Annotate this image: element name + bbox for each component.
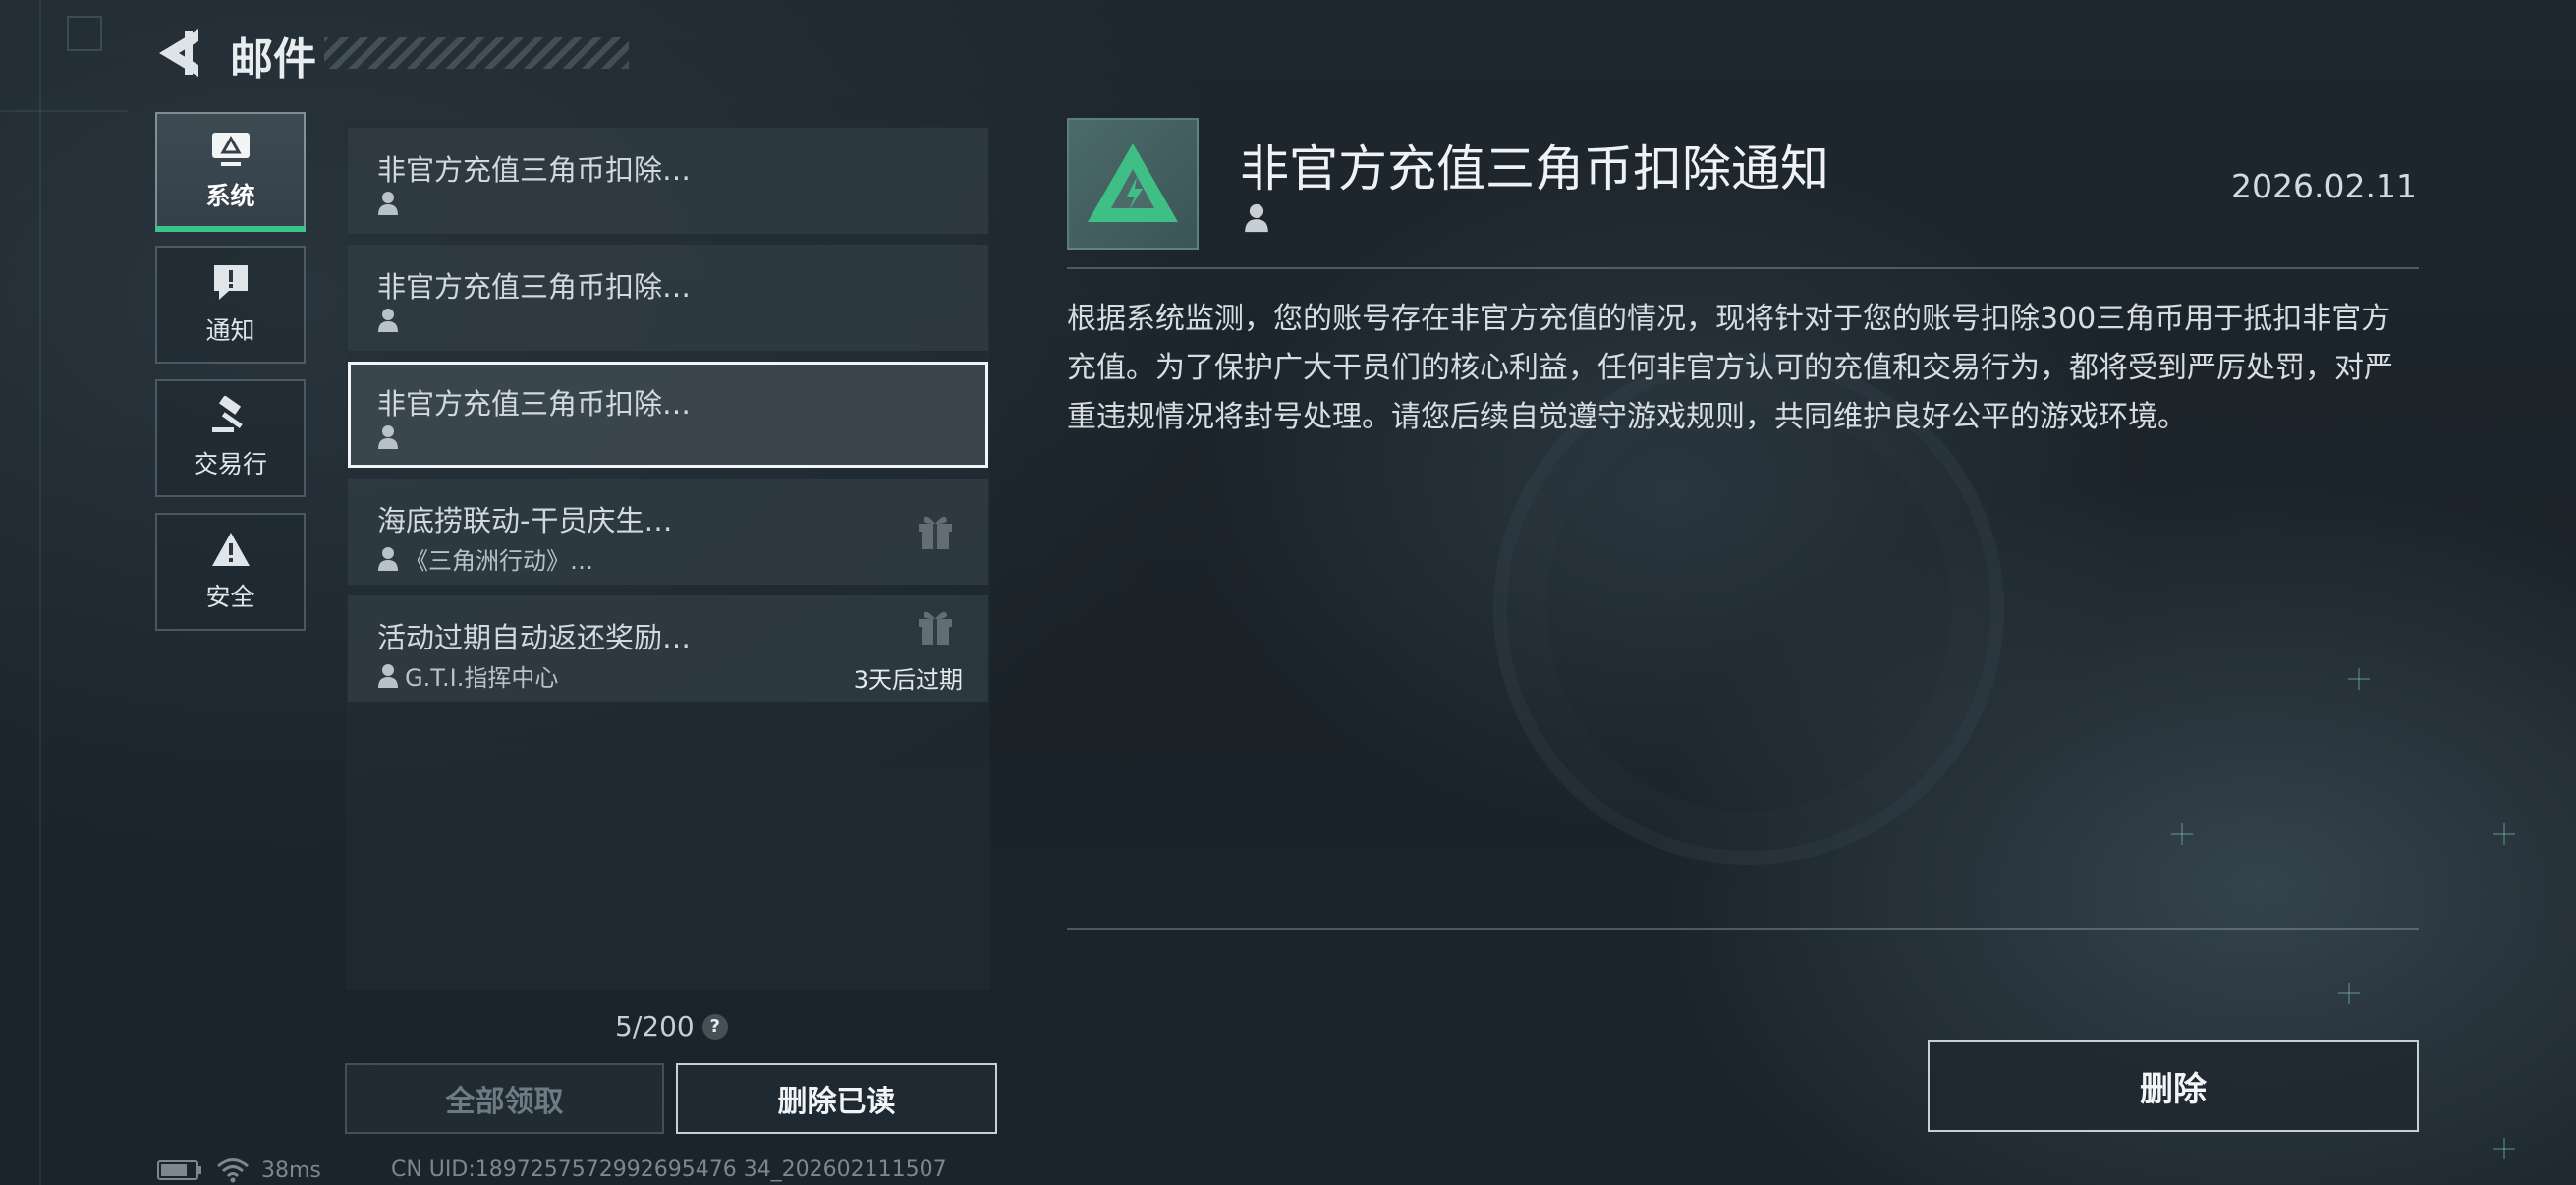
divider [1067,928,2419,930]
divider [1067,267,2419,269]
bg-plus-marker [2348,668,2370,690]
warning-icon [211,533,250,566]
mail-title: 非官方充值三角币扣除… [377,153,692,187]
mail-list-item[interactable]: 非官方充值三角币扣除… [348,245,988,351]
sidebar-item-system[interactable]: 系统 [155,112,306,232]
expire-label: 3天后过期 [853,666,963,694]
back-arrow-icon [159,29,198,77]
person-icon [378,546,398,571]
person-icon [378,192,398,215]
gift-icon [919,516,952,549]
bg-grid-line [0,110,128,112]
alert-bubble-icon [213,265,248,300]
mail-list-item[interactable]: 非官方充值三角币扣除… [348,128,988,234]
person-icon [378,309,398,332]
delete-button[interactable]: 删除 [1928,1040,2419,1132]
title-decoration [324,37,629,69]
mail-list-item-selected[interactable]: 非官方充值三角币扣除… [348,362,988,468]
uid-text: CN UID:1897257572992695476 34_2026021115… [391,1157,947,1182]
person-icon [378,425,398,449]
mail-title: 非官方充值三角币扣除… [377,387,692,421]
sidebar-item-security[interactable]: 安全 [155,513,306,631]
battery-icon [157,1160,201,1180]
mail-count-text: 5/200 [615,1010,695,1043]
mail-title: 活动过期自动返还奖励… [377,621,692,654]
mail-title: 海底捞联动-干员庆生… [377,504,673,537]
page-title: 邮件 [230,34,316,85]
mail-title: 非官方充值三角币扣除… [377,270,692,304]
back-button[interactable] [155,28,204,79]
sidebar-item-label: 通知 [205,316,255,345]
sidebar-item-trade[interactable]: 交易行 [155,379,306,497]
bg-plus-marker [2493,823,2515,845]
bg-plus-marker [2493,1138,2515,1159]
mail-list-item[interactable]: 活动过期自动返还奖励… G.T.I.指挥中心 3天后过期 [348,595,988,702]
person-icon [1245,203,1268,233]
detail-title: 非官方充值三角币扣除通知 [1240,141,1829,198]
delta-logo-icon [1088,143,1178,222]
bg-corner-square [67,16,102,51]
sidebar-item-notice[interactable]: 通知 [155,246,306,364]
mail-sender [377,424,405,450]
mail-sender-name: 《三角洲行动》… [405,547,593,575]
ping-text: 38ms [261,1157,321,1183]
wifi-icon [217,1158,249,1183]
detail-body: 根据系统监测，您的账号存在非官方充值的情况，现将针对于您的账号扣除300三角币用… [1067,302,2393,434]
mail-sender [377,191,405,216]
sidebar-item-label: 交易行 [193,450,267,479]
person-icon [378,663,398,688]
claim-all-button[interactable]: 全部领取 [345,1063,664,1134]
mail-sender-name: G.T.I.指挥中心 [405,664,559,692]
bg-grid-line [39,0,41,1185]
mail-category-icon [1067,118,1199,250]
mail-count: 5/200 ? [615,1010,728,1043]
mail-sender: 《三角洲行动》… [377,541,593,576]
sidebar-item-label: 安全 [205,583,255,611]
gift-icon [919,611,952,645]
detail-date: 2026.02.11 [2231,167,2417,205]
gavel-icon [211,396,243,432]
status-bar: 38ms [157,1157,321,1183]
bg-plus-marker [2171,823,2193,845]
help-icon[interactable]: ? [701,1013,728,1040]
delete-read-button[interactable]: 删除已读 [676,1063,997,1134]
sidebar-item-label: 系统 [205,182,255,210]
mail-sender [377,308,405,333]
mail-list-item[interactable]: 海底捞联动-干员庆生… 《三角洲行动》… [348,479,988,585]
monitor-icon [211,133,250,166]
bg-plus-marker [2338,983,2360,1004]
mail-sender: G.T.I.指挥中心 [377,658,558,693]
